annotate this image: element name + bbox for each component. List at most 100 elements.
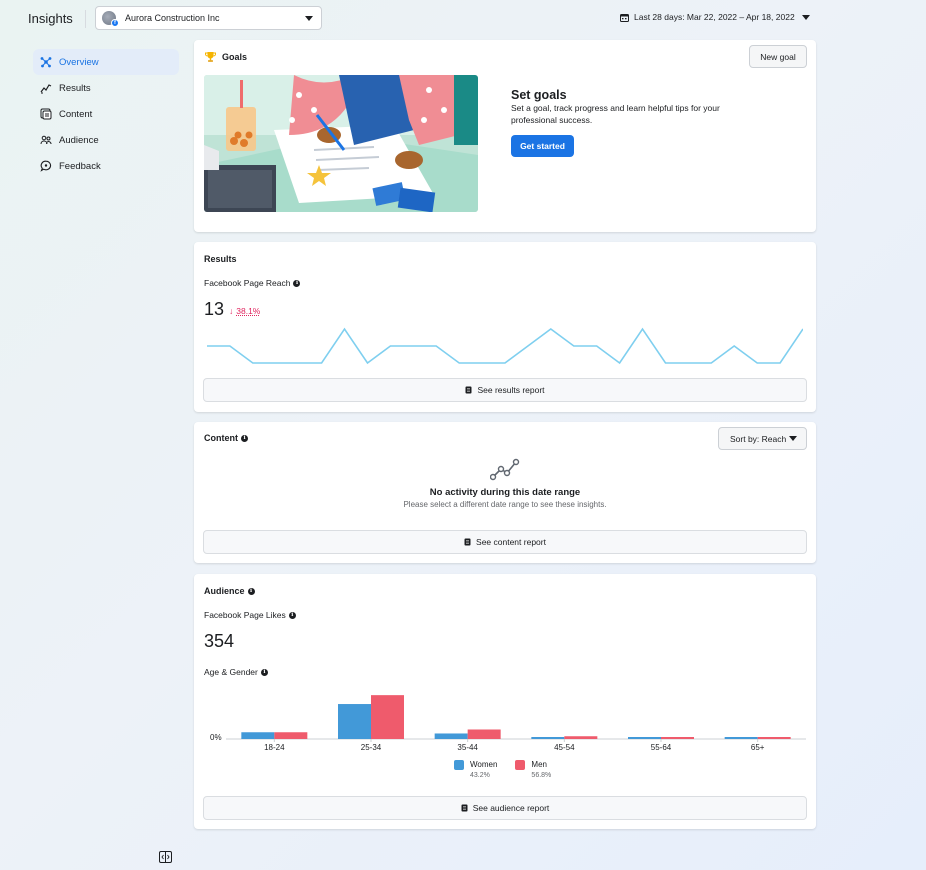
- app-title: Insights: [28, 11, 73, 26]
- get-started-button[interactable]: Get started: [511, 135, 574, 157]
- sidebar-item-results[interactable]: Results: [33, 75, 179, 101]
- women-swatch: [454, 760, 464, 770]
- bar-women-35-44[interactable]: [434, 733, 468, 739]
- page-selector[interactable]: f Aurora Construction Inc: [95, 6, 322, 30]
- results-title: Results: [204, 254, 237, 264]
- goals-heading: Set goals: [511, 88, 567, 102]
- info-icon[interactable]: i: [247, 587, 255, 595]
- bar-men-55-64[interactable]: [661, 737, 694, 739]
- date-range-selector[interactable]: Last 28 days: Mar 22, 2022 – Apr 18, 202…: [620, 12, 810, 22]
- legend-men[interactable]: Men 56.8%: [515, 760, 551, 779]
- info-icon[interactable]: i: [241, 434, 248, 442]
- legend-men-share: 56.8%: [531, 772, 552, 779]
- sidebar-item-label: Feedback: [59, 160, 101, 172]
- page-likes-label: Facebook Page Likes: [204, 610, 286, 620]
- see-content-report-button[interactable]: See content report: [203, 530, 807, 554]
- audience-title: Audience: [204, 586, 245, 596]
- goals-title-row: Goals: [204, 51, 247, 63]
- goals-title: Goals: [222, 52, 248, 62]
- feedback-icon: [39, 159, 53, 173]
- new-goal-button[interactable]: New goal: [749, 45, 807, 68]
- sidebar-item-label: Overview: [59, 56, 99, 68]
- x-tick-label: 35-44: [457, 743, 478, 752]
- chevron-down-icon: [305, 15, 313, 21]
- bar-men-25-34[interactable]: [371, 695, 404, 739]
- empty-state-title: No activity during this date range: [429, 487, 581, 498]
- sort-by-dropdown[interactable]: Sort by: Reach: [718, 427, 807, 450]
- audience-title-row: Audience i: [204, 586, 255, 596]
- bar-women-18-24[interactable]: [241, 732, 275, 739]
- sidebar-item-label: Content: [59, 108, 93, 120]
- bar-men-65+[interactable]: [757, 737, 791, 739]
- sidebar-item-audience[interactable]: Audience: [33, 127, 179, 153]
- info-icon[interactable]: i: [288, 611, 296, 619]
- legend-men-label: Men: [531, 760, 547, 769]
- report-icon: [464, 538, 471, 546]
- page-avatar: f: [102, 11, 119, 27]
- men-swatch: [515, 760, 526, 770]
- audience-card: Audience i Facebook Page Likes i 354 Age…: [194, 574, 816, 829]
- age-gender-label-row: Age & Gender i: [204, 667, 268, 677]
- content-title: Content: [204, 433, 238, 443]
- see-results-report-label: See results report: [477, 385, 545, 395]
- goals-card: Goals New goal Set goals Set a goal, tra…: [194, 40, 816, 232]
- age-gender-label: Age & Gender: [204, 667, 258, 677]
- page-likes-value: 354: [204, 631, 235, 651]
- bar-women-25-34[interactable]: [338, 704, 371, 739]
- see-results-report-button[interactable]: See results report: [203, 378, 807, 402]
- results-icon: [39, 81, 53, 95]
- overview-icon: [39, 55, 53, 69]
- date-range-label: Last 28 days: Mar 22, 2022 – Apr 18, 202…: [634, 12, 795, 22]
- chevron-down-icon: [801, 14, 810, 20]
- collapse-sidebar-icon[interactable]: [159, 851, 172, 863]
- reach-sparkline: [207, 327, 803, 365]
- legend-women-share: 43.2%: [470, 772, 490, 779]
- y-axis-zero-label: 0%: [210, 733, 222, 742]
- sidebar-item-feedback[interactable]: Feedback: [33, 153, 179, 179]
- see-audience-report-button[interactable]: See audience report: [203, 796, 807, 820]
- sparkline-series-line: [207, 327, 803, 365]
- arrow-down-icon: ↓: [229, 306, 234, 316]
- results-card: Results Facebook Page Reach i 13 ↓ 38.1%…: [194, 242, 816, 412]
- bar-men-45-54[interactable]: [564, 736, 598, 739]
- bar-women-55-64[interactable]: [628, 737, 661, 739]
- top-bar: Insights f Aurora Construction Inc Last …: [0, 0, 926, 36]
- page-reach-label-row: Facebook Page Reach i: [204, 278, 301, 288]
- sidebar-item-overview[interactable]: Overview: [33, 49, 179, 75]
- legend-women-label: Women: [470, 760, 498, 769]
- sidebar-item-label: Results: [59, 82, 91, 94]
- chevron-down-icon: [789, 436, 797, 441]
- goals-illustration: [204, 75, 478, 212]
- report-icon: [465, 386, 472, 394]
- x-tick-label: 65+: [751, 743, 765, 752]
- legend-women[interactable]: Women 43.2%: [454, 760, 497, 779]
- x-tick-label: 25-34: [361, 743, 382, 752]
- bar-men-35-44[interactable]: [467, 729, 501, 739]
- see-audience-report-label: See audience report: [472, 803, 550, 813]
- facebook-badge-icon: f: [111, 19, 119, 27]
- sidebar-item-content[interactable]: Content: [33, 101, 179, 127]
- page-reach-label: Facebook Page Reach: [204, 278, 291, 288]
- goals-description: Set a goal, track progress and learn hel…: [511, 103, 720, 125]
- content-title-row: Content i: [204, 433, 248, 443]
- x-tick-label: 45-54: [554, 743, 575, 752]
- reach-delta: ↓ 38.1%: [229, 306, 260, 316]
- trophy-icon: [205, 52, 216, 62]
- info-icon[interactable]: i: [260, 668, 268, 676]
- page-likes-label-row: Facebook Page Likes i: [204, 610, 296, 620]
- sidebar-item-label: Audience: [59, 134, 99, 146]
- info-icon[interactable]: i: [293, 279, 301, 287]
- chart-legend: Women 43.2% Men 56.8%: [454, 760, 551, 779]
- bar-men-18-24[interactable]: [274, 732, 308, 739]
- bar-women-45-54[interactable]: [531, 737, 565, 739]
- calendar-icon: [620, 13, 629, 22]
- reach-delta-percent[interactable]: 38.1%: [236, 306, 260, 316]
- content-icon: [39, 107, 53, 121]
- sidebar: Overview Results Content Audience Feedba…: [33, 49, 179, 179]
- sort-by-label: Sort by: Reach: [730, 433, 787, 444]
- x-tick-label: 18-24: [264, 743, 285, 752]
- empty-state-subtitle: Please select a different date range to …: [403, 500, 607, 509]
- bar-women-65+[interactable]: [724, 737, 758, 739]
- see-content-report-label: See content report: [476, 537, 546, 547]
- report-icon: [461, 804, 468, 812]
